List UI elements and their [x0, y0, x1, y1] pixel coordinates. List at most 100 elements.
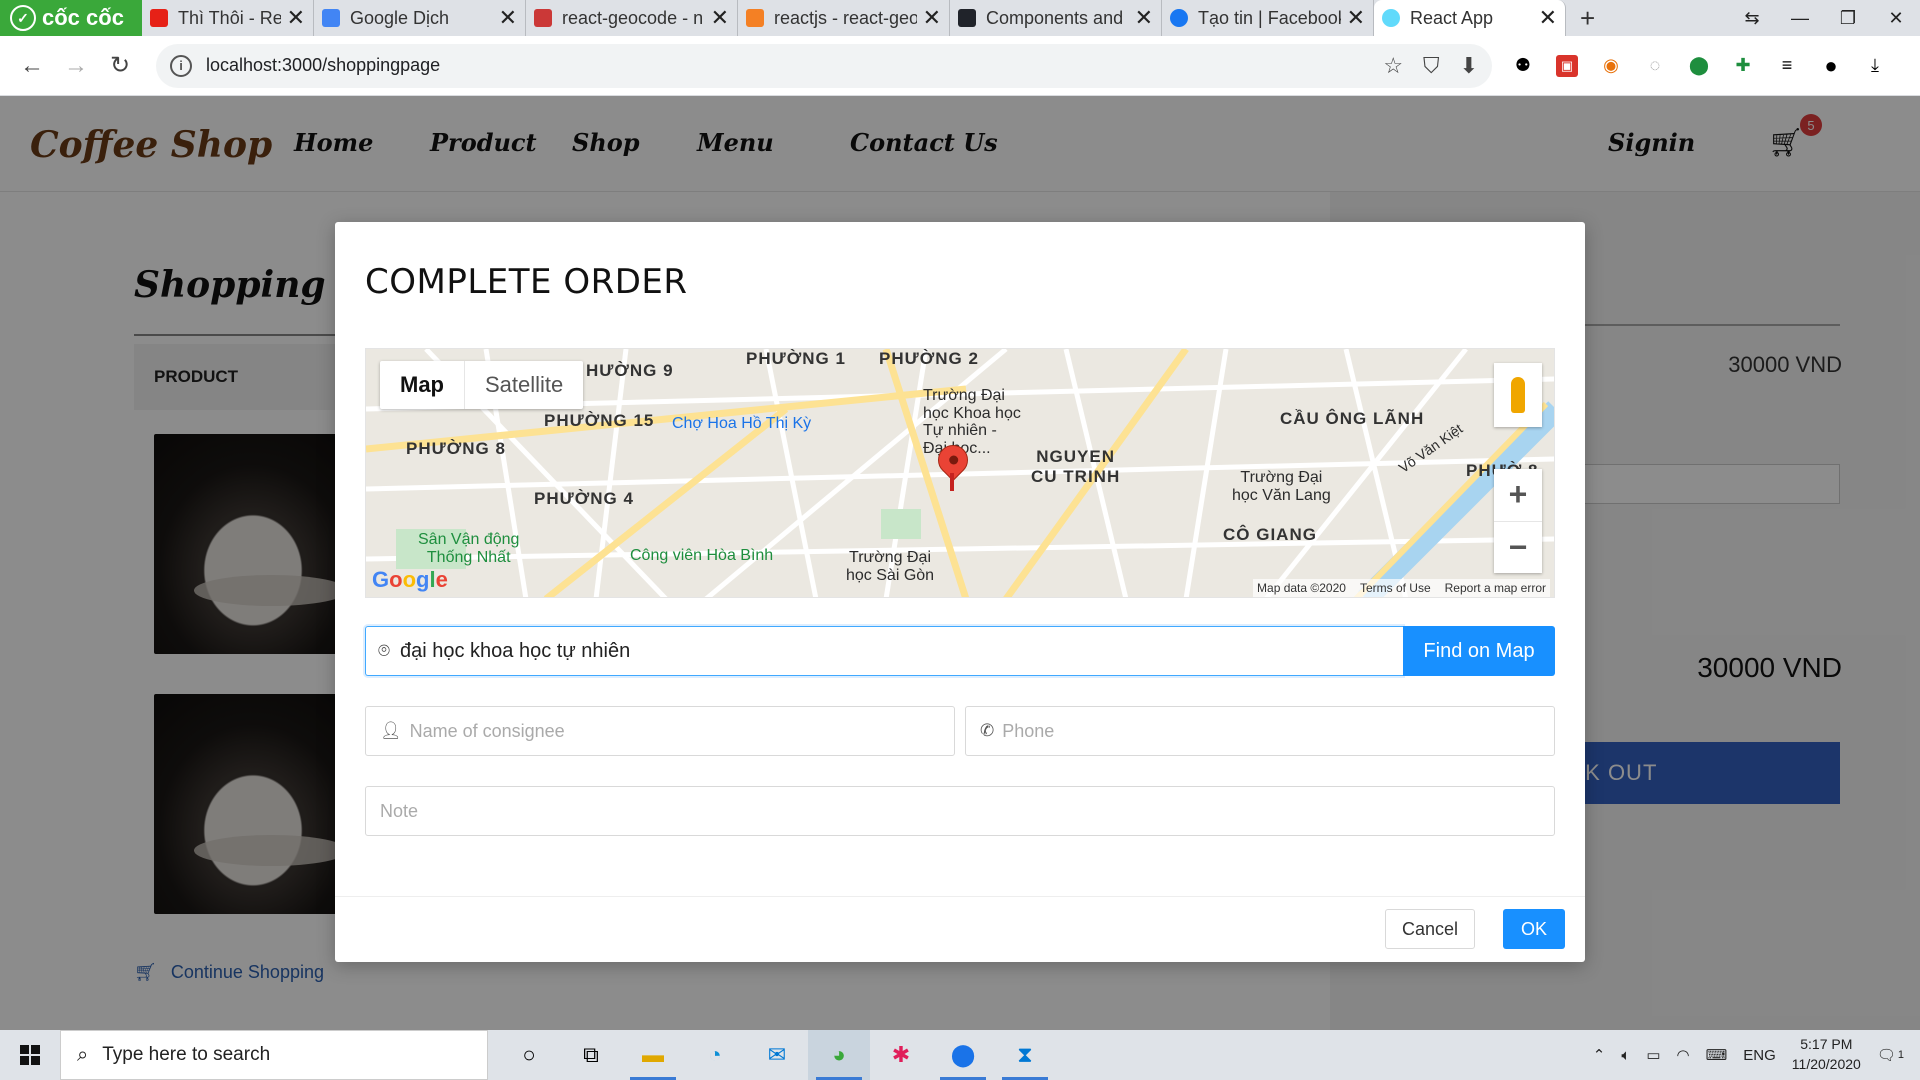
slack-icon[interactable]: ✱	[870, 1030, 932, 1080]
close-window-button[interactable]: ✕	[1872, 0, 1920, 36]
react-icon	[958, 9, 976, 27]
url-text[interactable]: localhost:3000/shoppingpage	[206, 55, 1363, 76]
street-view-pegman-icon[interactable]	[1494, 363, 1542, 427]
close-icon[interactable]: ✕	[287, 5, 305, 31]
zoom-out-button[interactable]: −	[1494, 522, 1542, 574]
chrome-extension-icon[interactable]: ◉	[1600, 55, 1622, 77]
cancel-label: Cancel	[1401, 918, 1459, 939]
forward-button[interactable]: →	[54, 44, 98, 88]
address-value[interactable]: đại học khoa học tự nhiên	[400, 640, 630, 663]
windows-logo-icon	[20, 1045, 40, 1065]
address-bar: ← → ↻ i localhost:3000/shoppingpage ☆ ⛉ …	[0, 36, 1920, 96]
tab-title: reactjs - react-geo	[774, 7, 917, 28]
report-map-error-link[interactable]: Report a map error	[1445, 581, 1546, 595]
address-input[interactable]: ⌾ đại học khoa học tự nhiên	[365, 626, 1403, 676]
profile-avatar-icon[interactable]: ●	[1820, 53, 1842, 78]
bookmark-star-icon[interactable]: ☆	[1383, 53, 1403, 79]
browser-tab[interactable]: Google Dịch ✕	[314, 0, 526, 36]
map-label: PHƯỜNG 1	[746, 349, 846, 368]
omnibox[interactable]: i localhost:3000/shoppingpage ☆ ⛉ ⬇	[156, 43, 1492, 88]
google-map[interactable]: Map Satellite PHƯỜNG 1 PHƯỜNG 2 HƯỜNG 9 …	[365, 348, 1555, 598]
maps-app-icon[interactable]: ⬤	[932, 1030, 994, 1080]
close-icon[interactable]: ✕	[499, 5, 517, 31]
tab-search-icon[interactable]: ⇆	[1728, 0, 1776, 36]
download-icon[interactable]: ⤓	[1864, 55, 1886, 77]
tab-title: React App	[1410, 7, 1494, 28]
phone-input[interactable]: ✆ Phone	[965, 706, 1555, 756]
vscode-icon[interactable]: ⧗	[994, 1030, 1056, 1080]
address-search-row: ⌾ đại học khoa học tự nhiên Find on Map	[365, 626, 1555, 676]
user-icon: 👤︎	[380, 721, 402, 740]
browser-tab[interactable]: react-geocode - n ✕	[526, 0, 738, 36]
chevron-up-icon[interactable]: ⌃	[1593, 1046, 1606, 1064]
wifi-icon[interactable]: ◠	[1677, 1046, 1690, 1064]
battery-icon[interactable]: ▭	[1646, 1046, 1660, 1064]
google-translate-icon	[322, 9, 340, 27]
ok-label: OK	[1520, 918, 1547, 939]
close-icon[interactable]: ✕	[711, 5, 729, 31]
coccoc-brand[interactable]: ✓ cốc cốc	[0, 0, 142, 36]
npm-icon	[534, 9, 552, 27]
consignee-name-input[interactable]: 👤︎ Name of consignee	[365, 706, 955, 756]
shield-icon[interactable]: ⛉	[1423, 53, 1440, 79]
clock-date: 11/20/2020	[1791, 1056, 1861, 1072]
coccoc-taskbar-icon[interactable]: ◕	[808, 1030, 870, 1080]
back-button[interactable]: ←	[10, 44, 54, 88]
find-on-map-button[interactable]: Find on Map	[1403, 626, 1555, 676]
map-label: PHƯỜNG 15	[544, 411, 655, 430]
reload-button[interactable]: ↻	[98, 44, 142, 88]
extension-icon[interactable]: ⚉	[1512, 55, 1534, 77]
taskbar-clock[interactable]: 5:17 PM 11/20/2020	[1792, 1035, 1861, 1074]
maximize-button[interactable]: ❐	[1824, 0, 1872, 36]
taskbar-apps: ○ ⧉ ▬ ◔ ✉ ◕ ✱ ⬤ ⧗	[498, 1030, 1056, 1080]
map-label: PHƯỜNG 8	[406, 439, 506, 458]
modal-footer: Cancel OK	[335, 896, 1585, 962]
file-explorer-icon[interactable]: ▬	[622, 1030, 684, 1080]
place-label: Công viên Hòa Bình	[630, 547, 774, 564]
close-icon[interactable]: ✕	[1539, 5, 1557, 31]
satellite-tab[interactable]: Satellite	[465, 361, 583, 409]
browser-tab[interactable]: Thì Thôi - Reddy | ✕	[142, 0, 314, 36]
notification-center-icon[interactable]: 🗨︎	[1877, 1046, 1896, 1064]
map-data-text: Map data ©2020	[1257, 581, 1346, 595]
map-attribution: Map data ©2020 Terms of Use Report a map…	[1253, 579, 1550, 597]
mail-icon[interactable]: ✉	[746, 1030, 808, 1080]
cortana-icon[interactable]: ○	[498, 1030, 560, 1080]
search-icon: ⌕	[77, 1043, 89, 1066]
keyboard-icon[interactable]: ⌨	[1706, 1046, 1728, 1064]
map-label: NGUYEN CU TRINH	[1031, 447, 1121, 486]
tab-title: Components and	[986, 7, 1124, 28]
taskbar-search-box[interactable]: ⌕ Type here to search	[60, 1030, 488, 1080]
map-tab[interactable]: Map	[380, 361, 465, 409]
site-info-icon[interactable]: i	[170, 54, 192, 77]
extension-icon[interactable]: ▣	[1556, 54, 1578, 77]
puzzle-icon[interactable]: ✚	[1732, 55, 1754, 77]
start-button[interactable]	[0, 1030, 60, 1080]
close-icon[interactable]: ✕	[1135, 5, 1153, 31]
google-logo: Google	[372, 567, 448, 592]
extension-icon[interactable]: ◌	[1644, 55, 1666, 77]
zoom-in-button[interactable]: +	[1494, 469, 1542, 522]
stackoverflow-icon	[746, 9, 764, 27]
youtube-icon	[150, 9, 168, 27]
location-pin-icon[interactable]: ⬤	[1688, 55, 1710, 77]
note-input[interactable]: Note	[365, 786, 1555, 836]
cancel-button[interactable]: Cancel	[1385, 909, 1475, 949]
minimize-button[interactable]: —	[1776, 0, 1824, 36]
browser-tab[interactable]: reactjs - react-geo ✕	[738, 0, 950, 36]
terms-of-use-link[interactable]: Terms of Use	[1360, 581, 1431, 595]
download-page-icon[interactable]: ⬇	[1460, 53, 1478, 79]
reading-list-icon[interactable]: ≡	[1776, 55, 1798, 77]
new-tab-button[interactable]: +	[1566, 3, 1609, 34]
task-view-icon[interactable]: ⧉	[560, 1030, 622, 1080]
browser-tab[interactable]: Tạo tin | Facebook ✕	[1162, 0, 1374, 36]
close-icon[interactable]: ✕	[1347, 5, 1365, 31]
browser-tab[interactable]: Components and ✕	[950, 0, 1162, 36]
browser-tab-active[interactable]: React App ✕	[1374, 0, 1566, 36]
language-indicator[interactable]: ENG	[1743, 1047, 1776, 1064]
map-label: PHƯỜNG 4	[534, 489, 634, 508]
volume-icon[interactable]: 🔈︎	[1621, 1047, 1630, 1064]
ok-button[interactable]: OK	[1503, 909, 1565, 949]
edge-icon[interactable]: ◔	[684, 1030, 746, 1080]
close-icon[interactable]: ✕	[923, 5, 941, 31]
